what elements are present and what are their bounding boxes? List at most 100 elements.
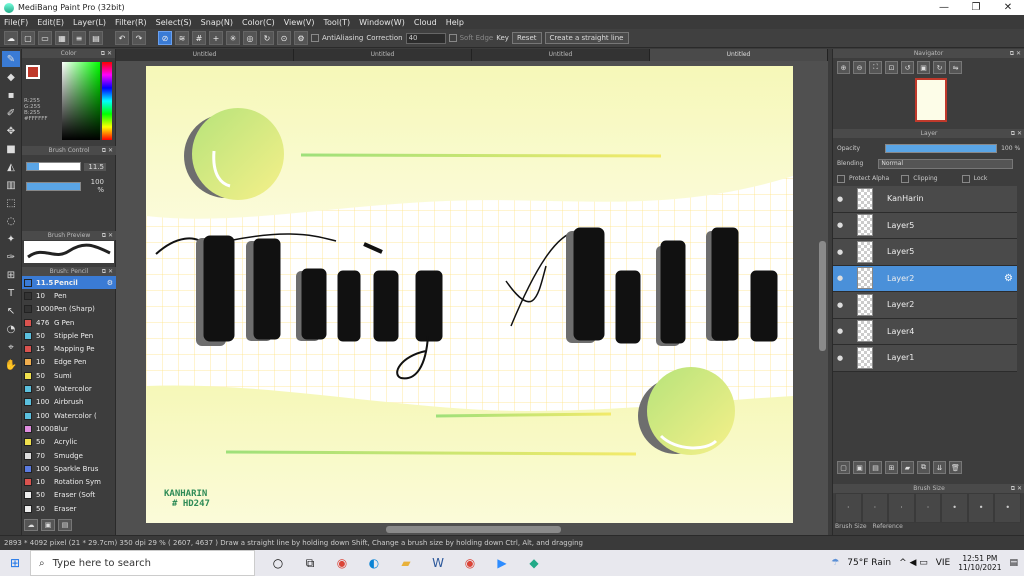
visibility-eye-icon[interactable]: ● <box>833 195 847 203</box>
doc-tab[interactable]: Untitled <box>294 49 472 61</box>
brush-item[interactable]: 10 Rotation Sym <box>22 475 116 488</box>
brush-size-value[interactable]: 11.5 <box>84 162 106 171</box>
layer-row[interactable]: ● Layer5 <box>833 212 1017 239</box>
dot-tool-icon[interactable]: ▪ <box>2 87 20 103</box>
pen-tool-icon[interactable]: ✐ <box>2 105 20 121</box>
brush-item[interactable]: 11.5 Pencil ⚙ <box>22 276 116 290</box>
select-tool-icon[interactable]: ⬚ <box>2 195 20 211</box>
brush-opacity-value[interactable]: 100 % <box>84 178 106 194</box>
menu-cloud[interactable]: Cloud <box>414 18 437 27</box>
brush-item[interactable]: 1000 Pen (Sharp) <box>22 303 116 316</box>
doc-tab[interactable]: Untitled <box>116 49 294 61</box>
delete-brush-icon[interactable]: ▤ <box>58 519 72 531</box>
hue-slider[interactable] <box>102 62 112 140</box>
navigator-thumbnail[interactable] <box>915 78 947 122</box>
brush-tool-icon[interactable]: ✎ <box>2 51 20 67</box>
new-raster-layer-icon[interactable]: ▣ <box>853 461 866 474</box>
add-brush-icon[interactable]: ☁ <box>24 519 38 531</box>
add-layer-menu-icon[interactable]: ⊞ <box>885 461 898 474</box>
close-button[interactable]: ✕ <box>992 2 1024 13</box>
brush-item[interactable]: 10 Edge Pen <box>22 356 116 369</box>
divide-tool-icon[interactable]: ⊞ <box>2 267 20 283</box>
lock-checkbox[interactable] <box>961 174 970 183</box>
new-file-icon[interactable]: ▢ <box>21 31 35 45</box>
notification-icon[interactable]: ▤ <box>1009 558 1018 568</box>
undo-icon[interactable]: ↶ <box>115 31 129 45</box>
eraser-tool-icon[interactable]: ◆ <box>2 69 20 85</box>
new-layer-icon[interactable]: ▢ <box>837 461 850 474</box>
brush-size-preset[interactable]: • <box>941 493 968 523</box>
clock[interactable]: 12:51 PM 11/10/2021 <box>958 554 1001 572</box>
brush-item[interactable]: 50 Stipple Pen <box>22 329 116 342</box>
doc-tab-active[interactable]: Untitled <box>650 49 828 61</box>
tab-brush-size[interactable]: Brush Size <box>835 523 867 530</box>
brush-size-slider[interactable] <box>26 162 81 171</box>
redo-icon[interactable]: ↷ <box>132 31 146 45</box>
zoom-in-icon[interactable]: ⊕ <box>837 61 850 74</box>
taskbar-search[interactable]: ⌕ Type here to search <box>30 550 255 576</box>
brush-item[interactable]: 50 Acrylic <box>22 436 116 449</box>
clipping-checkbox[interactable] <box>901 174 910 183</box>
operation-tool-icon[interactable]: ↖ <box>2 303 20 319</box>
chrome-profile-icon[interactable]: ◉ <box>457 552 483 574</box>
delete-layer-icon[interactable]: 🗑 <box>949 461 962 474</box>
brush-settings-icon[interactable]: ▣ <box>41 519 55 531</box>
grid-icon[interactable]: ▦ <box>55 31 69 45</box>
menu-window[interactable]: Window(W) <box>359 18 405 27</box>
menu-snap[interactable]: Snap(N) <box>201 18 233 27</box>
brush-size-preset[interactable]: · <box>835 493 862 523</box>
menu-edit[interactable]: Edit(E) <box>37 18 64 27</box>
balloon-tool-icon[interactable]: ◔ <box>2 321 20 337</box>
tray-icons[interactable]: ^ ◀ ▭ <box>899 558 928 568</box>
vertical-scrollbar[interactable] <box>819 241 826 351</box>
visibility-eye-icon[interactable]: ● <box>833 327 847 335</box>
edge-icon[interactable]: ◐ <box>361 552 387 574</box>
brush-item[interactable]: 15 Mapping Pe <box>22 342 116 355</box>
layer-row[interactable]: ● KanHarin <box>833 186 1017 213</box>
brush-size-preset[interactable]: · <box>914 493 942 523</box>
brush-size-preset[interactable]: · <box>888 493 915 523</box>
gear-icon[interactable]: ⚙ <box>107 279 113 287</box>
brush-size-preset[interactable]: • <box>994 493 1021 523</box>
brush-item[interactable]: 1000 Blur <box>22 422 116 435</box>
zoom-out-icon[interactable]: ⊖ <box>853 61 866 74</box>
doc-tab[interactable]: Untitled <box>472 49 650 61</box>
brush-item[interactable]: 50 Eraser (Soft <box>22 489 116 502</box>
correction-input[interactable]: 40 <box>405 32 446 44</box>
curve-snap-icon[interactable]: ↻ <box>260 31 274 45</box>
snap-off-icon[interactable]: ⊘ <box>158 31 172 45</box>
brush-opacity-slider[interactable] <box>26 181 81 191</box>
brush-item[interactable]: 70 Smudge <box>22 449 116 462</box>
hand-tool-icon[interactable]: ✋ <box>2 357 20 373</box>
rotate-right-icon[interactable]: ↻ <box>933 61 946 74</box>
move-tool-icon[interactable]: ✥ <box>2 123 20 139</box>
brush-item[interactable]: 50 Sumi <box>22 369 116 382</box>
cross-snap-icon[interactable]: + <box>209 31 223 45</box>
flip-icon[interactable]: ⇋ <box>949 61 962 74</box>
rotate-left-icon[interactable]: ↺ <box>901 61 914 74</box>
menu-color[interactable]: Color(C) <box>242 18 275 27</box>
soft-edge-checkbox[interactable] <box>448 34 457 42</box>
menu-icon[interactable]: ≡ <box>72 31 86 45</box>
menu-layer[interactable]: Layer(L) <box>73 18 106 27</box>
lasso-tool-icon[interactable]: ◌ <box>2 213 20 229</box>
layer-row[interactable]: ● Layer1 <box>833 345 1017 372</box>
duplicate-layer-icon[interactable]: ⧉ <box>917 461 930 474</box>
brush-item[interactable]: 100 Airbrush <box>22 396 116 409</box>
visibility-eye-icon[interactable]: ● <box>833 301 847 309</box>
task-view-icon[interactable]: ⧉ <box>297 552 323 574</box>
folder-icon[interactable]: ▰ <box>901 461 914 474</box>
saturation-value-picker[interactable] <box>62 62 100 140</box>
perspective-snap-icon[interactable]: ⊙ <box>277 31 291 45</box>
brush-item[interactable]: 476 G Pen <box>22 316 116 329</box>
text-tool-icon[interactable]: T <box>2 285 20 301</box>
straight-line-button[interactable]: Create a straight line <box>544 32 629 44</box>
circle-snap-icon[interactable]: ◎ <box>243 31 257 45</box>
reset-view-icon[interactable]: ▣ <box>917 61 930 74</box>
radial-snap-icon[interactable]: ✳ <box>226 31 240 45</box>
protect-alpha-checkbox[interactable] <box>837 174 845 183</box>
cortana-icon[interactable]: ○ <box>265 552 291 574</box>
zoom-icon[interactable]: ▶ <box>489 552 515 574</box>
cloud-icon[interactable]: ☁ <box>4 31 18 45</box>
brush-size-preset[interactable]: • <box>967 493 995 523</box>
